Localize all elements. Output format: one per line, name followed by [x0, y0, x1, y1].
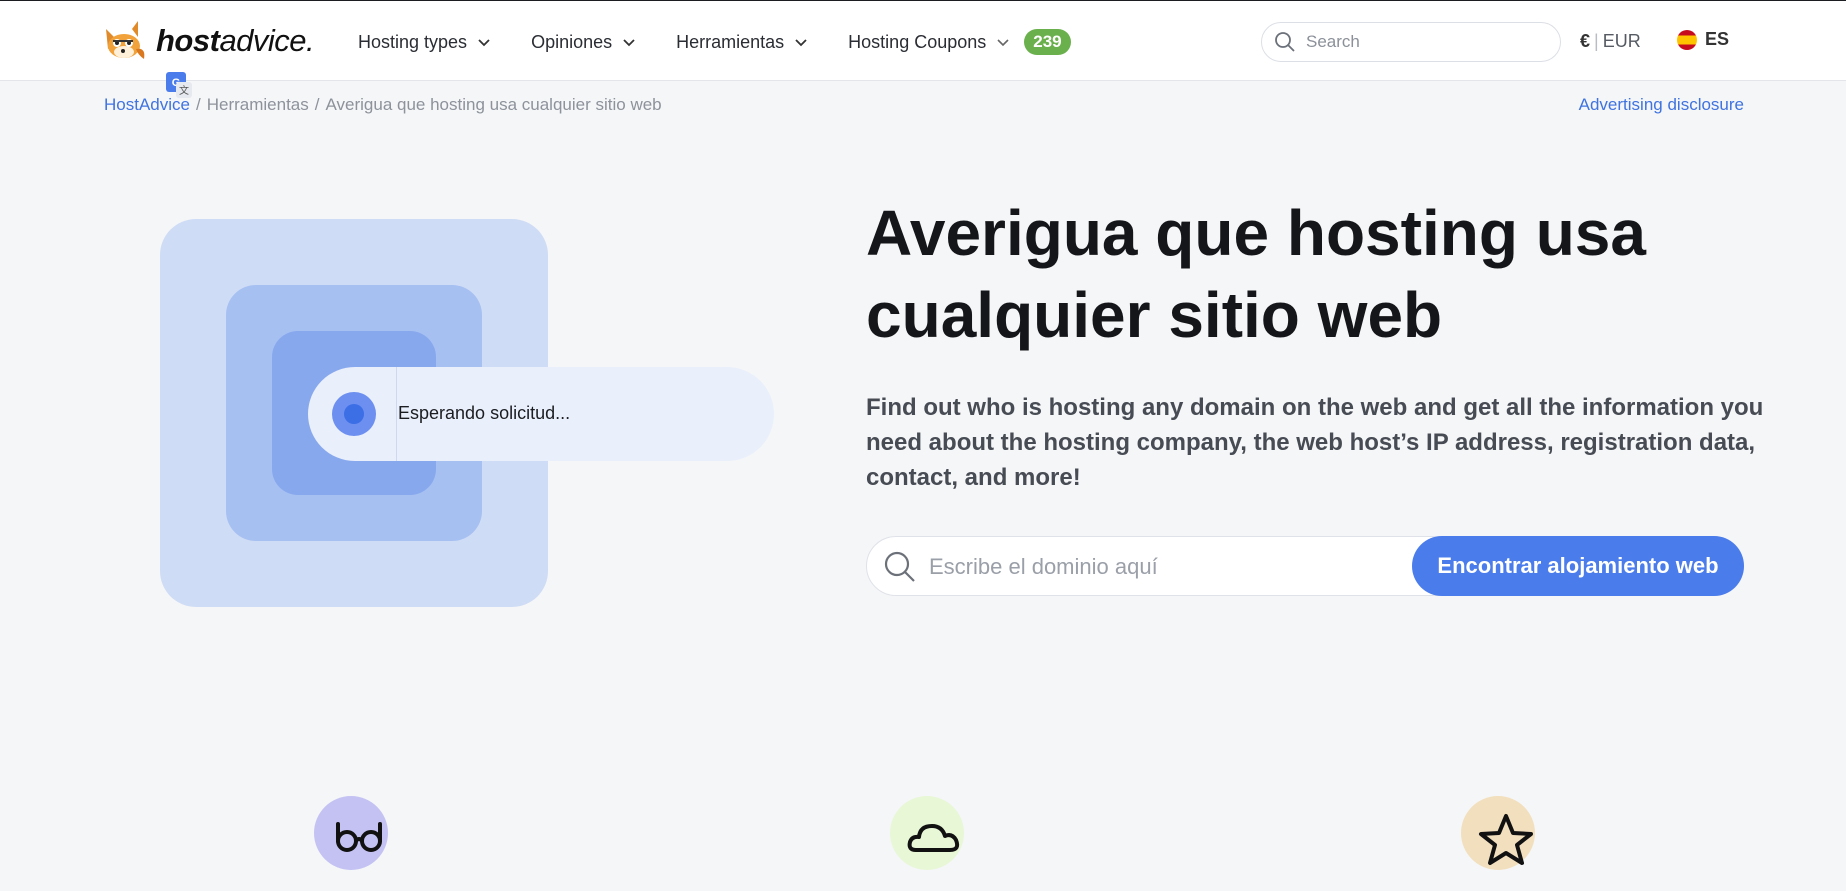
- domain-input[interactable]: [929, 549, 1429, 585]
- fox-logo-icon: [106, 21, 145, 59]
- breadcrumb: HostAdvice / Herramientas / Averigua que hos…: [104, 95, 662, 115]
- chevron-down-icon: [623, 39, 635, 47]
- currency-separator: |: [1594, 31, 1599, 51]
- currency-selector[interactable]: € | EUR: [1580, 31, 1641, 52]
- nav-hosting-types-label: Hosting types: [358, 31, 468, 52]
- hero-illustration: Esperando solicitud...: [160, 219, 780, 609]
- feature-cloud: [890, 796, 964, 870]
- feature-star: [1461, 796, 1535, 870]
- find-hosting-button[interactable]: Encontrar alojamiento web: [1412, 536, 1744, 596]
- page-title: Averigua que hosting usa cualquier sitio…: [866, 197, 1646, 351]
- language-selector[interactable]: ES: [1677, 29, 1729, 50]
- status-pill: Esperando solicitud...: [308, 367, 774, 461]
- chevron-down-icon: [997, 39, 1009, 47]
- language-code: ES: [1705, 29, 1730, 49]
- main-nav: Hosting types Opiniones Herramientas Hos…: [358, 27, 1111, 57]
- glasses-icon: [336, 822, 382, 852]
- spain-flag-icon: [1677, 29, 1697, 50]
- hostadvice-logo[interactable]: hostadvice.: [102, 19, 315, 63]
- breadcrumb-current: Averigua que hosting usa cualquier sitio…: [325, 95, 662, 114]
- status-text: Esperando solicitud...: [398, 403, 571, 423]
- breadcrumb-home-link[interactable]: HostAdvice: [104, 95, 190, 114]
- status-divider: [396, 367, 397, 461]
- domain-search-form: Encontrar alojamiento web: [866, 536, 1744, 596]
- currency-code: EUR: [1602, 31, 1641, 51]
- nav-herramientas-label: Herramientas: [676, 31, 785, 52]
- nav-herramientas[interactable]: Herramientas: [676, 32, 808, 53]
- status-indicator-icon: [332, 392, 376, 436]
- currency-symbol: €: [1580, 31, 1591, 51]
- search-input[interactable]: [1306, 32, 1546, 52]
- advertising-disclosure-link[interactable]: Advertising disclosure: [1579, 95, 1744, 115]
- star-icon: [1479, 814, 1533, 865]
- nav-hosting-coupons-label: Hosting Coupons: [848, 31, 987, 52]
- top-navigation-bar: hostadvice. Hosting types Opiniones Herr…: [0, 0, 1846, 81]
- coupon-count-badge: 239: [1024, 29, 1071, 55]
- chevron-down-icon: [478, 39, 490, 47]
- nav-opiniones[interactable]: Opiniones: [531, 32, 636, 53]
- nav-opiniones-label: Opiniones: [531, 31, 613, 52]
- nav-hosting-types[interactable]: Hosting types: [358, 32, 491, 53]
- hero-description: Find out who is hosting any domain on th…: [866, 394, 1764, 491]
- cloud-icon: [907, 824, 960, 852]
- header-search[interactable]: [1261, 22, 1561, 62]
- logo-text: hostadvice.: [156, 23, 315, 58]
- breadcrumb-separator: /: [314, 95, 320, 114]
- search-icon: [884, 551, 915, 582]
- feature-glasses: [314, 796, 388, 870]
- chevron-down-icon: [795, 39, 807, 47]
- nav-hosting-coupons[interactable]: Hosting Coupons 239: [848, 29, 1071, 55]
- breadcrumb-separator: /: [195, 95, 201, 114]
- breadcrumb-herramientas[interactable]: Herramientas: [207, 95, 309, 114]
- search-icon: [1275, 32, 1295, 52]
